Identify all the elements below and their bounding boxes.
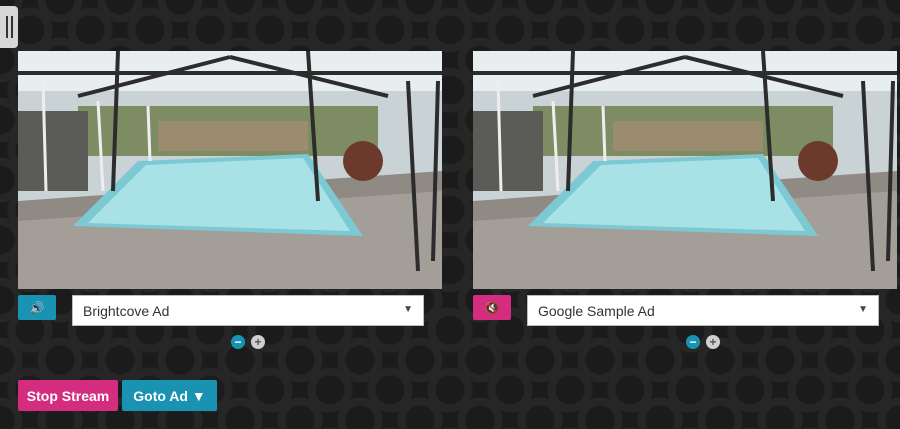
- ad-select-value: Google Sample Ad: [538, 302, 655, 319]
- drawer-handle[interactable]: [0, 6, 18, 48]
- ad-select-right[interactable]: Google Sample Ad ▼: [527, 295, 879, 326]
- player-panel-left: 🔊 Brightcove Ad ▼ − +: [18, 51, 442, 349]
- ad-select-value: Brightcove Ad: [83, 302, 170, 319]
- minus-icon: −: [689, 335, 697, 349]
- drag-handle-icon: [5, 16, 8, 38]
- muted-icon: 🔇: [484, 300, 500, 315]
- volume-button[interactable]: 🔊: [18, 295, 56, 320]
- pool-video-frame: [473, 51, 897, 289]
- drag-handle-icon: [10, 16, 13, 38]
- dropdown-arrow-icon: ▼: [403, 304, 413, 315]
- pool-video-frame: [18, 51, 442, 289]
- minus-icon: −: [234, 335, 242, 349]
- dropdown-arrow-icon: ▼: [858, 304, 868, 315]
- zoom-out-button[interactable]: −: [231, 335, 245, 349]
- ad-select-left[interactable]: Brightcove Ad ▼: [72, 295, 424, 326]
- zoom-in-button[interactable]: +: [706, 335, 720, 349]
- stop-stream-button[interactable]: Stop Stream: [18, 380, 118, 411]
- zoom-in-button[interactable]: +: [251, 335, 265, 349]
- goto-ad-button[interactable]: Goto Ad ▼: [122, 380, 217, 411]
- volume-icon: 🔊: [29, 300, 45, 315]
- player-panel-right: 🔇 Google Sample Ad ▼ − +: [473, 51, 897, 349]
- mute-button[interactable]: 🔇: [473, 295, 511, 320]
- plus-icon: +: [254, 335, 262, 349]
- zoom-out-button[interactable]: −: [686, 335, 700, 349]
- video-player-right[interactable]: [473, 51, 897, 289]
- plus-icon: +: [709, 335, 717, 349]
- video-player-left[interactable]: [18, 51, 442, 289]
